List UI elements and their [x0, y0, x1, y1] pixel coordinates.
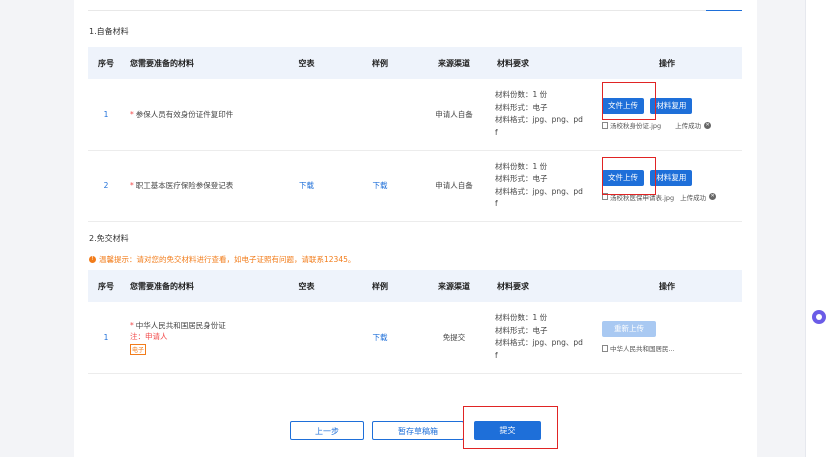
file-name[interactable]: 汤校秋身份证.jpg	[610, 120, 661, 130]
file-icon	[602, 344, 608, 352]
file-icon	[602, 121, 608, 129]
section2-title: 2.免交材料	[89, 234, 129, 243]
active-tab-indicator	[706, 10, 742, 11]
blank-download-link[interactable]: 下载	[270, 150, 343, 222]
uploaded-file: 汤校秋身份证.jpg 上传成功 ✕	[602, 120, 741, 130]
req-format-cont: f	[495, 127, 498, 137]
top-tab-line	[88, 0, 742, 11]
sample-download-link[interactable]: 下载	[343, 150, 417, 222]
req-format: 材料格式：jpg、png、pd	[495, 186, 583, 196]
col-operation: 操作	[592, 47, 742, 79]
req-count: 材料份数：1 份	[495, 313, 548, 323]
blank-cell	[270, 79, 343, 151]
col-requirement: 材料要求	[491, 47, 592, 79]
col-source: 来源渠道	[417, 270, 491, 302]
warm-tip: ! 温馨提示：请对您的免交材料进行查看，如电子证照有问题，请联系12345。	[89, 254, 355, 265]
row-index: 1	[88, 79, 124, 151]
col-operation: 操作	[592, 270, 742, 302]
right-sidebar	[805, 0, 831, 457]
table-header-row: 序号 您需要准备的材料 空表 样例 来源渠道 材料要求 操作	[88, 47, 742, 79]
assistant-bot-icon[interactable]	[812, 310, 826, 324]
col-blank: 空表	[270, 270, 343, 302]
upload-status: 上传成功	[675, 122, 702, 131]
col-sample: 样例	[343, 47, 417, 79]
requirement-cell: 材料份数：1 份 材料形式：电子 材料格式：jpg、png、pd f	[491, 302, 592, 374]
col-blank: 空表	[270, 47, 343, 79]
material-name: 职工基本医疗保险参保登记表	[135, 181, 234, 190]
col-index: 序号	[88, 47, 124, 79]
req-format-cont: f	[495, 350, 498, 360]
req-form: 材料形式：电子	[495, 102, 548, 112]
upload-highlight-box	[602, 82, 656, 120]
req-format-cont: f	[495, 199, 498, 208]
file-name[interactable]: 中华人民共和国居民...	[610, 343, 675, 353]
row-index: 2	[88, 150, 124, 222]
req-form: 材料形式：电子	[495, 174, 548, 183]
col-material: 您需要准备的材料	[124, 47, 270, 79]
section1-title: 1.自备材料	[89, 27, 129, 36]
applicant-note: 注：申请人	[130, 331, 168, 341]
prev-step-button[interactable]: 上一步	[290, 421, 364, 440]
source-cell: 免提交	[417, 302, 491, 374]
sample-download-link[interactable]: 下载	[343, 302, 417, 374]
self-materials-table: 序号 您需要准备的材料 空表 样例 来源渠道 材料要求 操作 1 * 参保人员有效…	[88, 47, 742, 222]
col-requirement: 材料要求	[491, 270, 592, 302]
req-format: 材料格式：jpg、png、pd	[495, 338, 583, 348]
close-icon[interactable]: ✕	[704, 121, 712, 129]
source-cell: 申请人自备	[417, 79, 491, 151]
save-draft-button[interactable]: 暂存草稿箱	[372, 421, 464, 440]
electronic-stamp: 电子	[130, 343, 147, 355]
row-material: * 中华人民共和国居民身份证 注：申请人 电子	[124, 302, 270, 374]
requirement-cell: 材料份数：1 份 材料形式：电子 材料格式：jpg、png、pd f	[491, 79, 592, 151]
row-material: * 参保人员有效身份证件复印件	[124, 79, 270, 151]
col-sample: 样例	[343, 270, 417, 302]
reupload-button[interactable]: 重新上传	[602, 321, 656, 338]
requirement-cell: 材料份数：1 份 材料形式：电子 材料格式：jpg、png、pd f	[491, 150, 592, 222]
req-count: 材料份数：1 份	[495, 90, 548, 100]
reuse-button[interactable]: 材料复用	[650, 169, 693, 186]
info-icon: !	[89, 256, 96, 263]
source-cell: 申请人自备	[417, 150, 491, 222]
table-row: 1 * 中华人民共和国居民身份证 注：申请人 电子 下载 免提交 材料份数：1 份…	[88, 302, 742, 374]
row-index: 1	[88, 302, 124, 374]
upload-highlight-box	[602, 157, 656, 195]
uploaded-file: 中华人民共和国居民...	[602, 343, 741, 353]
reuse-button[interactable]: 材料复用	[650, 98, 693, 115]
material-name: 参保人员有效身份证件复印件	[135, 109, 234, 119]
req-count: 材料份数：1 份	[495, 161, 548, 171]
submit-highlight-box	[463, 406, 558, 449]
col-index: 序号	[88, 270, 124, 302]
sample-cell	[343, 79, 417, 151]
tip-text: 温馨提示：请对您的免交材料进行查看，如电子证照有问题，请联系12345。	[99, 255, 356, 264]
operation-cell: 重新上传 中华人民共和国居民...	[592, 302, 742, 374]
blank-cell	[270, 302, 343, 374]
exempt-materials-table: 序号 您需要准备的材料 空表 样例 来源渠道 材料要求 操作 1 * 中华人民共和…	[88, 270, 742, 374]
req-form: 材料形式：电子	[495, 325, 548, 335]
material-name: 中华人民共和国居民身份证	[135, 320, 226, 330]
col-material: 您需要准备的材料	[124, 270, 270, 302]
table-header-row: 序号 您需要准备的材料 空表 样例 来源渠道 材料要求 操作	[88, 270, 742, 302]
close-icon[interactable]: ✕	[709, 193, 717, 200]
upload-status: 上传成功	[680, 193, 707, 202]
row-material: * 职工基本医疗保险参保登记表	[124, 150, 270, 222]
req-format: 材料格式：jpg、png、pd	[495, 115, 583, 125]
col-source: 来源渠道	[417, 47, 491, 79]
